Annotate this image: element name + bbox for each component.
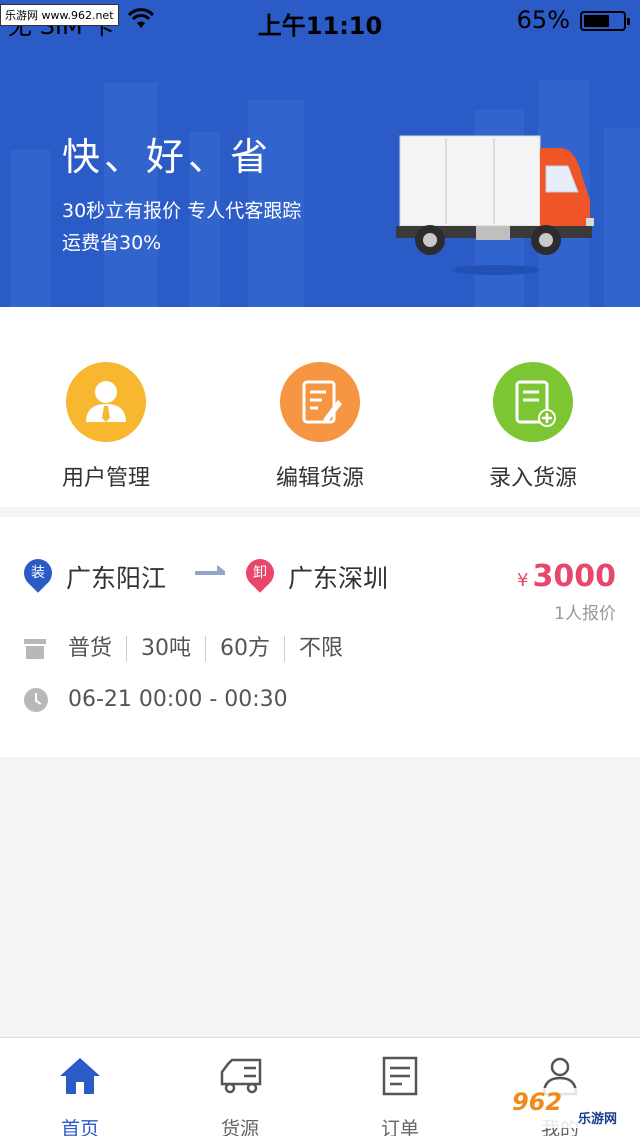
tab-home-label: 首页 <box>60 1118 99 1136</box>
vehicle-requirement: 不限 <box>299 636 344 661</box>
watermark-logo: 962 乐游网 <box>506 1088 636 1128</box>
background-building <box>604 128 640 307</box>
quick-actions: 用户管理 编辑货源 录入货源 <box>0 307 640 507</box>
user-management-label: 用户管理 <box>61 466 150 491</box>
tab-orders-label: 订单 <box>380 1118 419 1136</box>
price: ¥3000 <box>517 559 616 594</box>
cargo-box-icon <box>24 639 46 659</box>
watermark-big-text: 962 <box>512 1088 563 1116</box>
tab-home[interactable]: 首页 <box>0 1054 160 1136</box>
truck-illustration <box>396 135 594 275</box>
document-icon <box>382 1056 418 1096</box>
loading-tag: 装 <box>31 565 45 581</box>
hero-banner[interactable]: 无 SIM 卡 上午11:10 65% 乐游网 www.962.net 快、好、… <box>0 0 640 307</box>
price-value: 3000 <box>532 559 617 594</box>
quote-count: 1人报价 <box>554 604 616 624</box>
banner-title: 快、好、省 <box>62 135 273 179</box>
add-document-icon <box>493 362 573 442</box>
unloading-tag: 卸 <box>253 565 267 581</box>
cargo-type: 普货 <box>68 636 128 662</box>
time-range: 06-21 00:00 - 00:30 <box>68 687 288 712</box>
tab-orders[interactable]: 订单 <box>320 1054 480 1136</box>
cargo-specs: 普货 30吨 60方 不限 <box>24 631 357 667</box>
order-card[interactable]: 装 广东阳江 卸 广东深圳 ¥3000 1人报价 普货 30吨 60方 不限 0… <box>0 517 640 757</box>
enter-cargo-label: 录入货源 <box>488 466 577 491</box>
battery-percent: 65% <box>516 6 570 34</box>
banner-subtitle: 30秒立有报价 专人代客跟踪 运费省30% <box>62 195 301 259</box>
watermark-small-text: 乐游网 <box>578 1112 618 1127</box>
tab-cargo-label: 货源 <box>220 1118 259 1136</box>
battery-level <box>584 15 609 27</box>
cargo-volume: 60方 <box>206 636 286 662</box>
route-arrow-icon <box>195 565 225 575</box>
status-bar: 无 SIM 卡 上午11:10 65% 乐游网 www.962.net <box>0 0 640 40</box>
edit-document-icon <box>280 362 360 442</box>
tab-cargo[interactable]: 货源 <box>160 1054 320 1136</box>
user-manager-icon <box>66 362 146 442</box>
currency-symbol: ¥ <box>517 570 529 591</box>
banner-subtitle-line2: 运费省30% <box>62 232 162 254</box>
background-building <box>10 150 50 307</box>
destination-city: 广东深圳 <box>288 564 389 593</box>
truck-icon <box>220 1058 262 1094</box>
origin-city: 广东阳江 <box>66 564 167 593</box>
edit-cargo-label: 编辑货源 <box>275 466 364 491</box>
banner-subtitle-line1: 30秒立有报价 专人代客跟踪 <box>62 200 302 222</box>
clock-icon <box>24 687 48 712</box>
user-management-button[interactable]: 用户管理 <box>26 362 186 492</box>
time-window: 06-21 00:00 - 00:30 <box>24 687 288 712</box>
watermark-label: 乐游网 www.962.net <box>0 4 119 26</box>
tab-bar: 首页 货源 订单 我的 962 乐游网 <box>0 1037 640 1136</box>
home-icon <box>60 1058 100 1094</box>
enter-cargo-button[interactable]: 录入货源 <box>453 362 613 492</box>
battery-icon <box>580 11 630 31</box>
edit-cargo-button[interactable]: 编辑货源 <box>240 362 400 492</box>
cargo-weight: 30吨 <box>127 636 207 662</box>
